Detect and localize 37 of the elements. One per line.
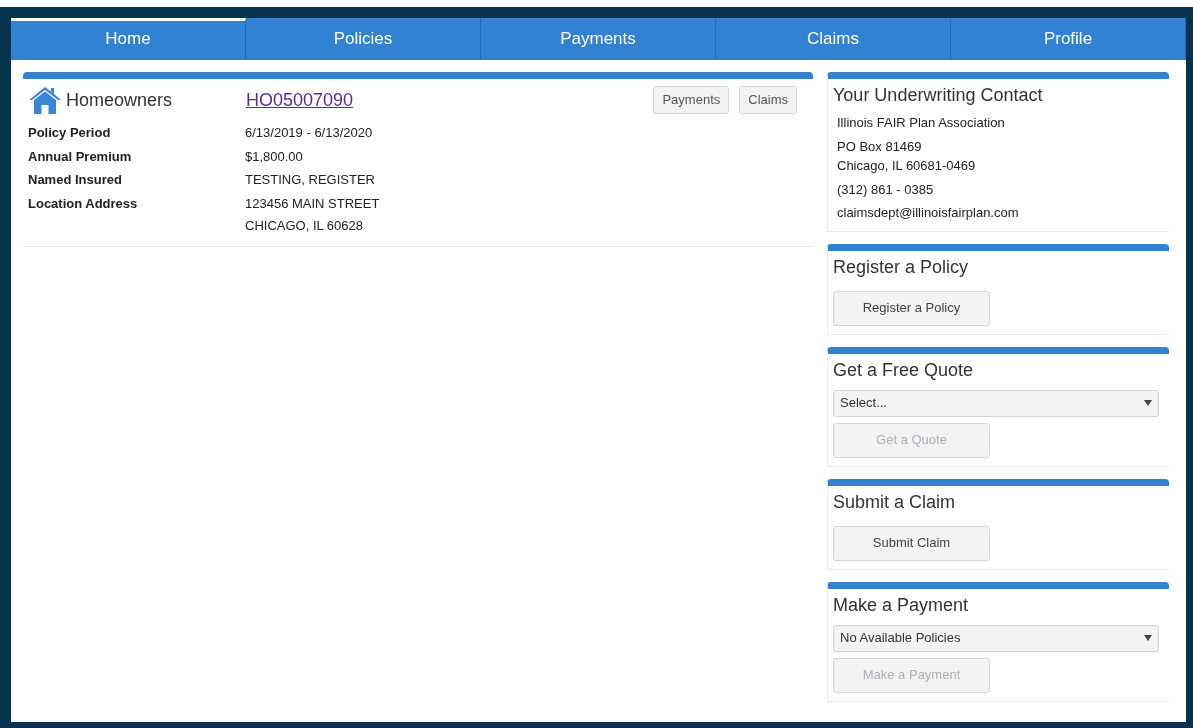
select-dropdown[interactable]: Select...	[833, 389, 1159, 417]
nav-tab[interactable]: Policies	[246, 18, 481, 60]
detail-value: CHICAGO, IL 60628	[245, 217, 364, 235]
contact-line: PO Box 81469	[837, 137, 923, 156]
caret-icon	[1144, 400, 1152, 406]
policy-action-button[interactable]: Claims	[739, 86, 797, 114]
panel-button[interactable]: Register a Policy	[833, 290, 990, 326]
panel-title: Make a Payment	[833, 593, 970, 617]
contact-line: claimsdept@illinoisfairplan.com	[837, 204, 1020, 222]
panel-title: Get a Free Quote	[833, 358, 975, 382]
nav-tab[interactable]: Payments	[481, 18, 716, 60]
panel-title: Submit a Claim	[833, 490, 957, 514]
policy-action-button[interactable]: Payments	[653, 86, 730, 114]
select-value: Select...	[840, 394, 887, 413]
select-dropdown[interactable]: No Available Policies	[833, 624, 1159, 652]
contact-line: Illinois FAIR Plan Association	[837, 114, 1006, 132]
detail-label: Annual Premium	[28, 147, 133, 166]
detail-label: Named Insured	[28, 171, 123, 189]
nav-tab[interactable]: Home	[11, 18, 246, 60]
detail-value: TESTING, REGISTER	[245, 171, 375, 189]
house-icon	[28, 85, 62, 115]
panel-title: Register a Policy	[833, 255, 970, 279]
caret-icon	[1144, 635, 1152, 641]
detail-label: Location Address	[28, 194, 139, 213]
select-value: No Available Policies	[840, 629, 961, 648]
policy-number-link[interactable]: HO05007090	[246, 86, 354, 114]
detail-label: Policy Period	[28, 124, 112, 142]
contact-line: Chicago, IL 60681-0469	[837, 157, 977, 175]
nav-tab[interactable]: Profile	[951, 18, 1186, 60]
panel-title: Your Underwriting Contact	[833, 84, 1044, 107]
detail-value: 6/13/2019 - 6/13/2020	[245, 124, 373, 142]
detail-value: $1,800.00	[245, 147, 303, 166]
panel-button[interactable]: Submit Claim	[833, 525, 990, 561]
detail-value: 123456 MAIN STREET	[245, 194, 380, 213]
contact-line: (312) 861 - 0385	[837, 180, 935, 199]
policy-type: Homeowners	[66, 88, 173, 112]
nav-tab[interactable]: Claims	[716, 18, 951, 60]
